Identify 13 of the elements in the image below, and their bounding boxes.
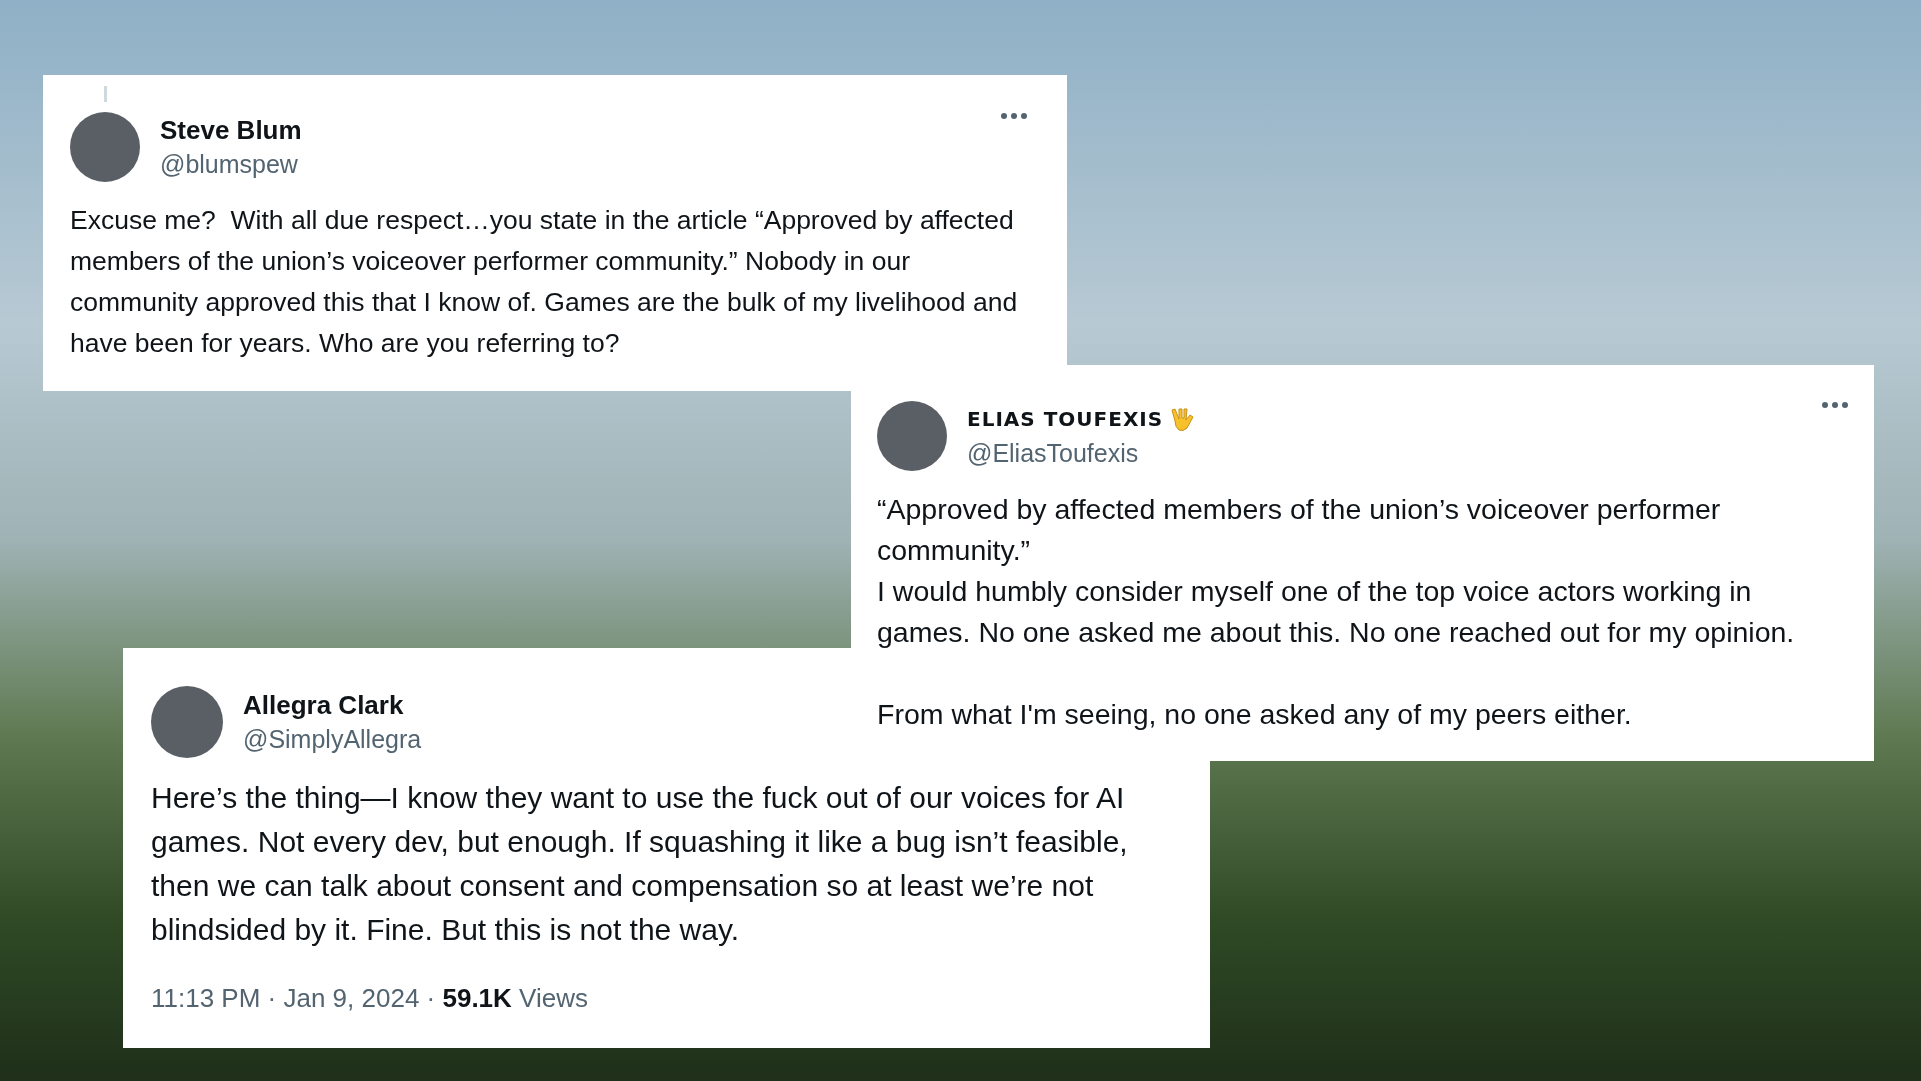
more-icon[interactable] xyxy=(1822,401,1848,409)
user-handle[interactable]: @blumspew xyxy=(160,147,302,181)
tweet-text: Here’s the thing—I know they want to use the fuck out of our voices for AI games. Not every dev, but enough. If squashing it like a bug isn’t feasible, then we can talk about consent and compensation so at least we’re not blindsided by it. Fine. But this is not the way. xyxy=(151,780,1129,948)
user-handle[interactable]: @EliasToufexis xyxy=(967,436,1196,470)
tweet-meta: 11:13 PM · Jan 9, 2024 · 59.1K Views xyxy=(151,982,589,1015)
more-icon[interactable] xyxy=(1001,112,1027,120)
user-name[interactable]: ELIAS TOUFEXIS xyxy=(967,402,1164,436)
user-name[interactable]: Allegra Clark xyxy=(243,688,404,722)
user-name[interactable]: Steve Blum xyxy=(160,113,302,147)
hand-icon xyxy=(1171,405,1196,433)
tweet-text: “Approved by affected members of the union’s voiceover performer community.” I would humbly consider myself one of the top voice actors working in games. No one asked me about this. No one reached out for my opinion. From what I'm seeing, no one asked any of my peers either. xyxy=(877,492,1796,732)
tweet-text: Excuse me? With all due respect…you state in the article “Approved by affected members of the union’s voiceover performer community.” Nobody in our community approved this that I know of. Games are the bulk of my livelihood and have been for years. Who are you referring to? xyxy=(70,204,1019,360)
user-handle[interactable]: @SimplyAllegra xyxy=(243,722,422,756)
